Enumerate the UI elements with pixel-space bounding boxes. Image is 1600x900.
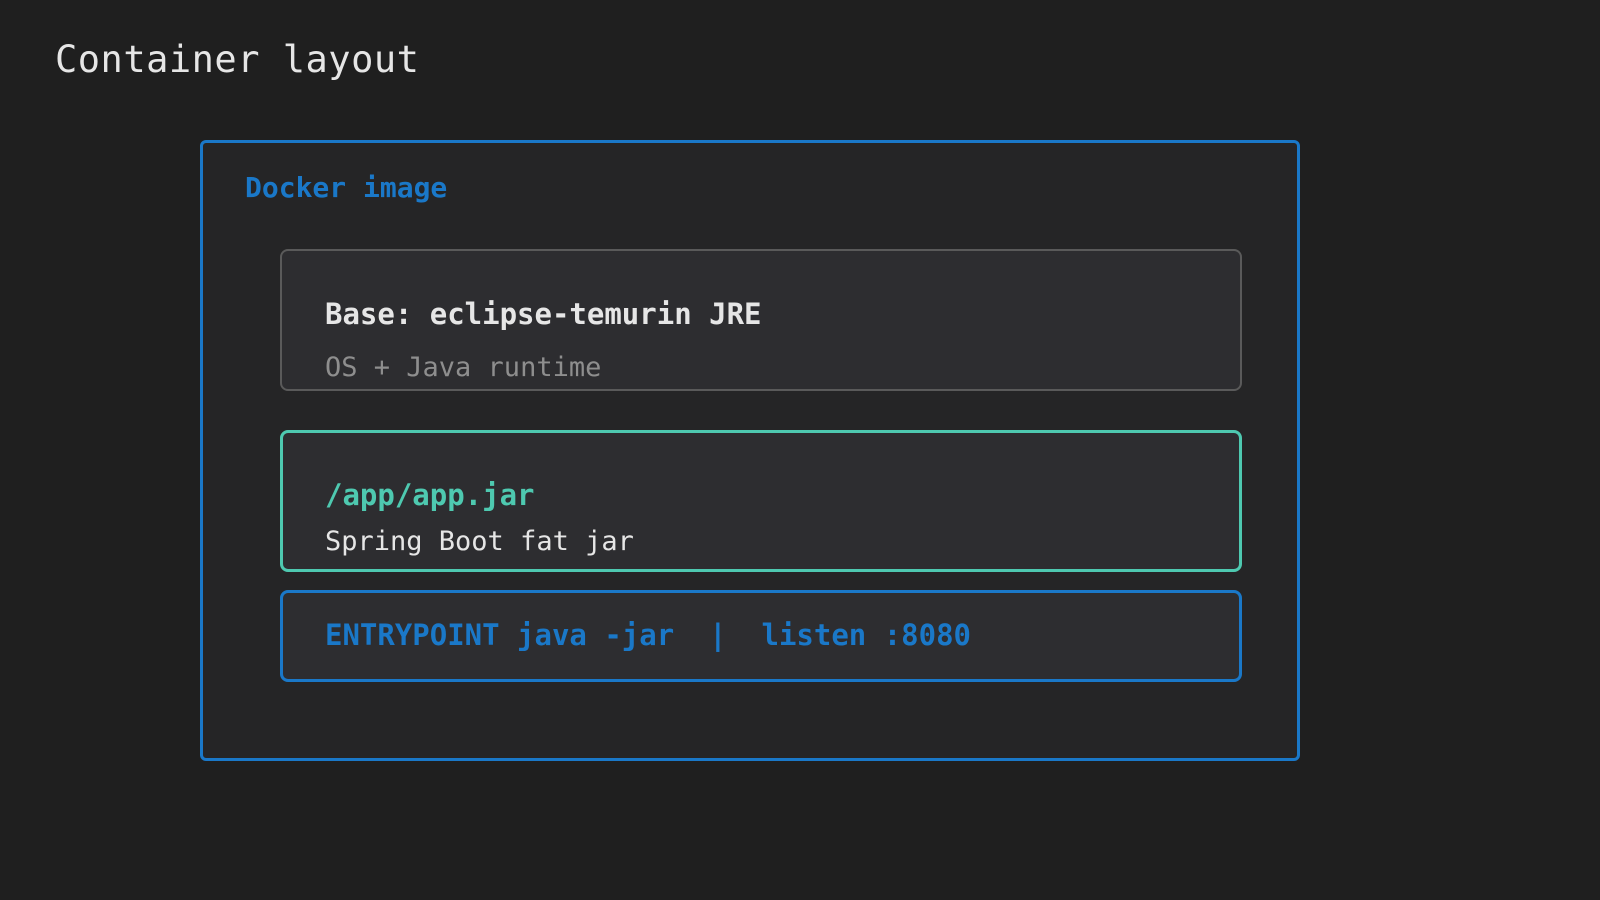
base-layer-title: Base: eclipse-temurin JRE — [325, 297, 762, 331]
app-jar-layer-title: /app/app.jar — [325, 478, 535, 512]
entrypoint-text: ENTRYPOINT java -jar | listen :8080 — [325, 618, 972, 652]
docker-image-label: Docker image — [245, 171, 448, 204]
diagram-canvas: Container layout Docker image Base: ecli… — [0, 0, 1600, 900]
app-jar-layer-subtitle: Spring Boot fat jar — [325, 526, 634, 557]
page-title: Container layout — [55, 38, 420, 81]
base-layer-subtitle: OS + Java runtime — [325, 352, 602, 383]
